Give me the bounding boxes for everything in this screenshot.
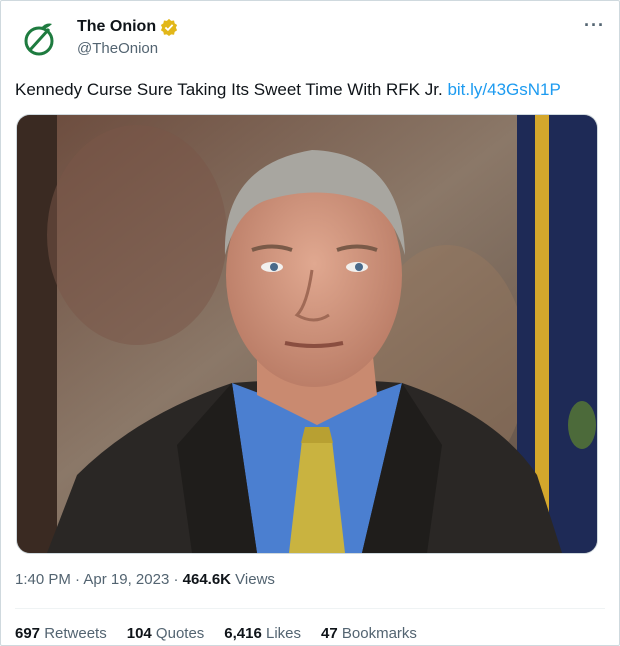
views-count: 464.6K <box>182 571 232 588</box>
more-options-icon[interactable]: ··· <box>584 15 605 36</box>
quotes-stat[interactable]: 104 Quotes <box>127 625 205 642</box>
bookmarks-count: 47 <box>321 625 338 642</box>
account-name-row[interactable]: The Onion <box>77 18 178 36</box>
bookmarks-label: Bookmarks <box>337 625 417 642</box>
bookmarks-stat[interactable]: 47 Bookmarks <box>321 625 417 642</box>
account-name[interactable]: The Onion <box>77 18 156 36</box>
meta-separator: · <box>169 571 183 588</box>
photo-man-in-suit <box>17 115 597 553</box>
views-label: Views <box>231 571 275 588</box>
engagement-stats: 697 Retweets 104 Quotes 6,416 Likes 47 B… <box>15 625 417 642</box>
divider <box>15 608 605 609</box>
retweets-count: 697 <box>15 625 41 642</box>
retweets-stat[interactable]: 697 Retweets <box>15 625 107 642</box>
tweet-body: Kennedy Curse Sure Taking Its Sweet Time… <box>15 80 443 99</box>
tweet-date[interactable]: Apr 19, 2023 <box>83 571 169 588</box>
likes-stat[interactable]: 6,416 Likes <box>224 625 301 642</box>
quotes-count: 104 <box>126 625 152 642</box>
tweet-photo[interactable] <box>16 114 598 554</box>
tweet-card: The Onion @TheOnion ··· Kennedy Curse Su… <box>0 0 620 646</box>
retweets-label: Retweets <box>40 625 107 642</box>
tweet-meta: 1:40 PM · Apr 19, 2023 · 464.6K Views <box>15 571 275 588</box>
tweet-time[interactable]: 1:40 PM <box>15 571 71 588</box>
onion-logo-icon <box>24 23 54 56</box>
account-handle[interactable]: @TheOnion <box>77 40 158 57</box>
quotes-label: Quotes <box>151 625 205 642</box>
meta-separator: · <box>70 571 84 588</box>
likes-label: Likes <box>261 625 302 642</box>
verified-badge-icon <box>161 18 178 36</box>
avatar[interactable] <box>15 15 63 63</box>
likes-count: 6,416 <box>224 625 262 642</box>
tweet-link[interactable]: bit.ly/43GsN1P <box>447 80 560 99</box>
tweet-text: Kennedy Curse Sure Taking Its Sweet Time… <box>15 80 561 100</box>
